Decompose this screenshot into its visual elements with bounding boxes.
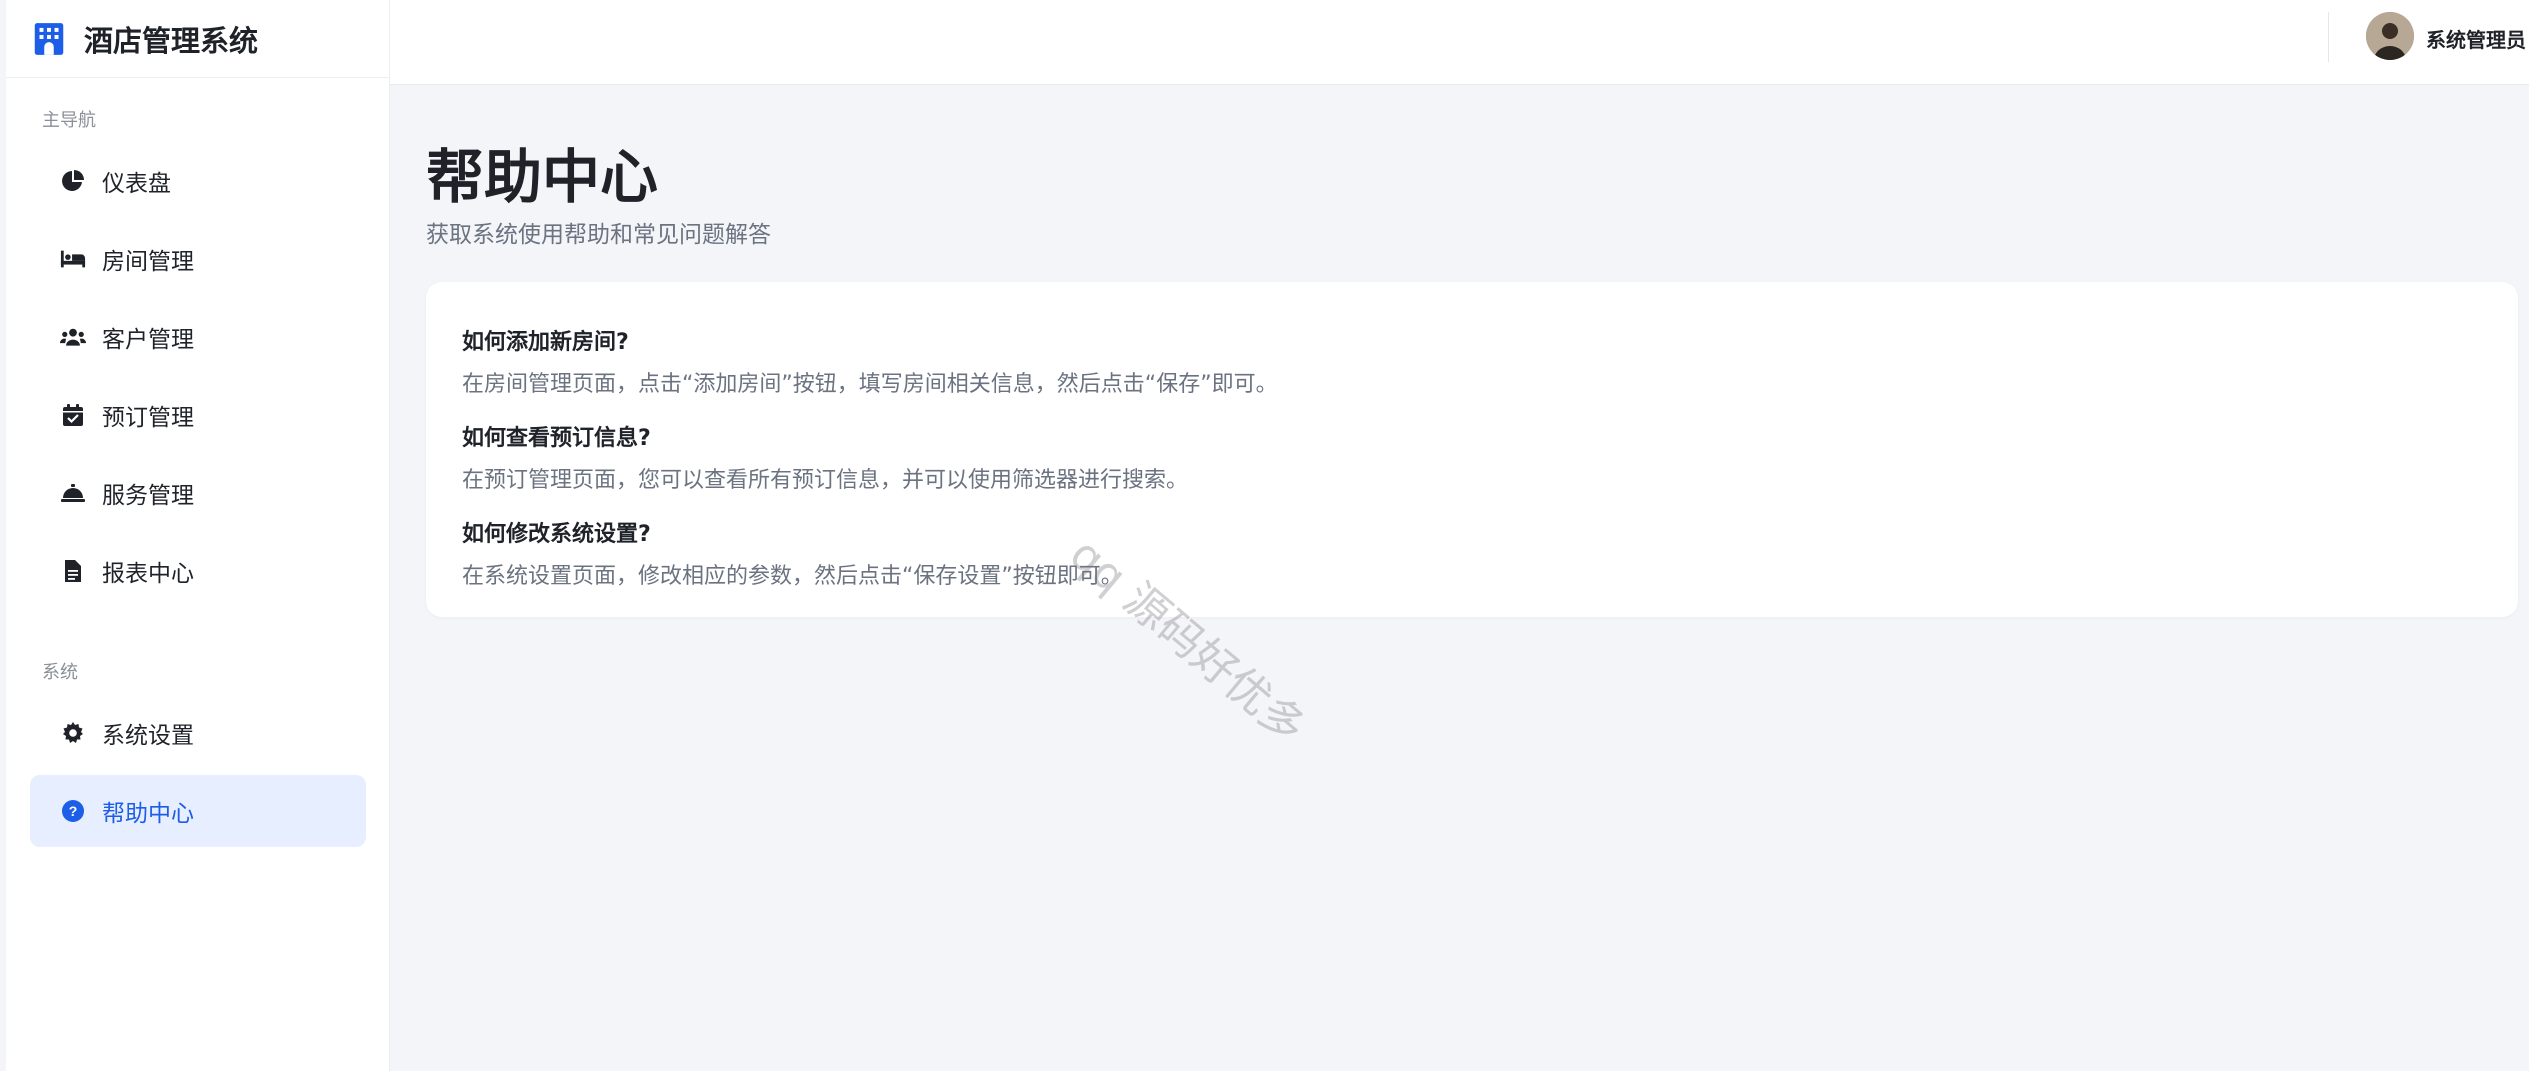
sidebar-item-rooms[interactable]: 房间管理 — [30, 223, 366, 295]
faq-card: 如何添加新房间? 在房间管理页面，点击“添加房间”按钮，填写房间相关信息，然后点… — [426, 282, 2518, 617]
hotel-icon — [34, 22, 64, 55]
top-bar: 系统管理员 — [390, 0, 2529, 85]
faq-question: 如何查看预订信息? — [462, 426, 651, 451]
question-circle-icon: ? — [60, 798, 86, 824]
sidebar-item-label: 系统设置 — [102, 723, 194, 749]
sidebar-item-services[interactable]: 服务管理 — [30, 457, 366, 529]
sidebar-item-reports[interactable]: 报表中心 — [30, 535, 366, 607]
sidebar-item-label: 仪表盘 — [102, 171, 171, 197]
calendar-check-icon — [60, 402, 86, 428]
bed-icon — [60, 246, 86, 272]
sidebar-item-label: 帮助中心 — [102, 801, 194, 827]
faq-item: 如何修改系统设置? 在系统设置页面，修改相应的参数，然后点击“保存设置”按钮即可… — [462, 516, 1123, 590]
sidebar-item-label: 客户管理 — [102, 327, 194, 353]
faq-answer: 在系统设置页面，修改相应的参数，然后点击“保存设置”按钮即可。 — [462, 564, 1123, 589]
sidebar-item-label: 预订管理 — [102, 405, 194, 431]
page-title: 帮助中心 — [426, 143, 659, 211]
pie-chart-icon — [60, 168, 86, 194]
sidebar-item-dashboard[interactable]: 仪表盘 — [30, 145, 366, 217]
sidebar-item-help[interactable]: ? 帮助中心 — [30, 775, 366, 847]
sidebar-item-label: 报表中心 — [102, 561, 194, 587]
avatar[interactable] — [2366, 12, 2414, 60]
sidebar-item-label: 房间管理 — [102, 249, 194, 275]
app-title: 酒店管理系统 — [84, 23, 259, 58]
brand[interactable]: 酒店管理系统 — [6, 0, 389, 78]
sidebar-item-label: 服务管理 — [102, 483, 194, 509]
faq-item: 如何添加新房间? 在房间管理页面，点击“添加房间”按钮，填写房间相关信息，然后点… — [462, 324, 1278, 398]
username[interactable]: 系统管理员 — [2426, 24, 2526, 53]
sidebar-item-bookings[interactable]: 预订管理 — [30, 379, 366, 451]
page-subtitle: 获取系统使用帮助和常见问题解答 — [426, 222, 771, 248]
header-divider — [2328, 12, 2329, 62]
section-label-main: 主导航 — [42, 110, 96, 131]
faq-question: 如何添加新房间? — [462, 330, 629, 355]
concierge-bell-icon — [60, 480, 86, 506]
sidebar-item-settings[interactable]: 系统设置 — [30, 697, 366, 769]
gear-icon — [60, 720, 86, 746]
section-label-system: 系统 — [42, 662, 78, 683]
svg-text:?: ? — [69, 803, 78, 819]
faq-answer: 在预订管理页面，您可以查看所有预订信息，并可以使用筛选器进行搜索。 — [462, 468, 1189, 493]
faq-question: 如何修改系统设置? — [462, 522, 651, 547]
file-icon — [60, 558, 86, 584]
sidebar-item-customers[interactable]: 客户管理 — [30, 301, 366, 373]
faq-item: 如何查看预订信息? 在预订管理页面，您可以查看所有预订信息，并可以使用筛选器进行… — [462, 420, 1188, 494]
users-icon — [60, 324, 86, 350]
faq-answer: 在房间管理页面，点击“添加房间”按钮，填写房间相关信息，然后点击“保存”即可。 — [462, 372, 1278, 397]
sidebar: 酒店管理系统 主导航 仪表盘 房间管理 客户管理 预订管理 服务管理 报表中心 … — [6, 0, 390, 1071]
